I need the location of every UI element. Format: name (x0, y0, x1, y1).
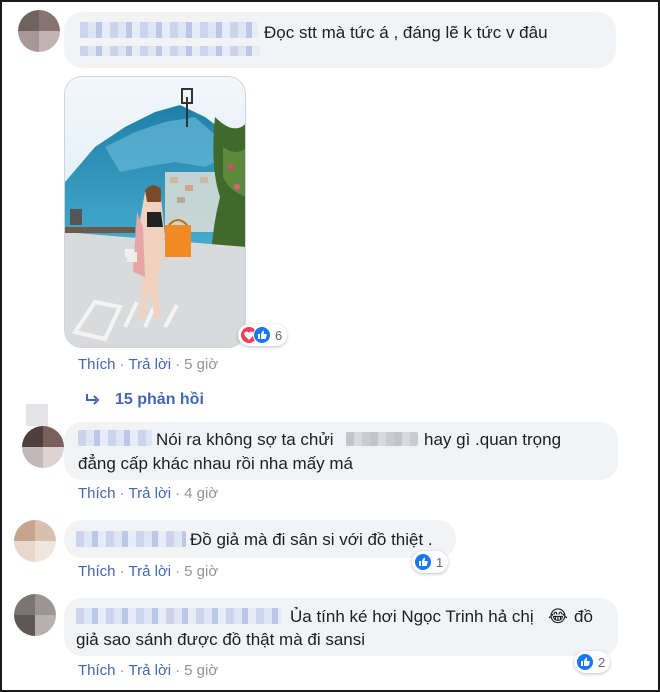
reaction-count: 6 (275, 327, 283, 343)
separator: · (119, 356, 125, 373)
avatar-blur (26, 404, 48, 426)
comment-bubble: Đọc stt mà tức á , đáng lẽ k tức v đâu (64, 12, 616, 68)
reaction-summary[interactable]: 2 (574, 651, 611, 673)
reaction-summary[interactable]: 6 (238, 324, 288, 346)
avatar[interactable] (18, 10, 60, 52)
avatar[interactable] (14, 520, 56, 562)
comment-text: đẳng cấp khác nhau rồi nha mấy má (78, 454, 354, 473)
reply-link[interactable]: Trả lời (129, 662, 172, 679)
replies-count-label: 15 phản hồi (115, 391, 204, 408)
comment-actions: Thích · Trả lời · 5 giờ (78, 356, 218, 373)
reaction-count: 1 (436, 554, 444, 570)
comment-bubble: Ủa tính ké hơi Ngọc Trinh hả chị 😂 đồ gi… (64, 598, 618, 656)
like-link[interactable]: Thích (78, 485, 116, 502)
reaction-summary[interactable]: 1 (412, 551, 449, 573)
like-icon (414, 553, 432, 571)
photo-image (65, 77, 245, 347)
redacted-name (76, 531, 186, 547)
reply-link[interactable]: Trả lời (129, 563, 172, 580)
comment-text: giả sao sánh được đồ thật mà đi sansi (76, 630, 366, 649)
like-link[interactable]: Thích (78, 662, 116, 679)
timestamp[interactable]: 5 giờ (184, 662, 218, 679)
comment-actions: Thích · Trả lời · 5 giờ (78, 563, 218, 580)
like-link[interactable]: Thích (78, 563, 116, 580)
reaction-count: 2 (598, 654, 606, 670)
separator: · (175, 356, 181, 373)
redacted-name (78, 430, 152, 446)
comment-text: đồ (574, 607, 593, 626)
comment-text: Nói ra không sợ ta chửi (156, 430, 334, 449)
comment-bubble: Đồ giả mà đi sân si với đồ thiệt . (64, 520, 456, 558)
timestamp[interactable]: 5 giờ (184, 563, 218, 580)
emoji-laughing: 😂 (548, 607, 568, 626)
comment-text: Ủa tính ké hơi Ngọc Trinh hả chị (290, 607, 534, 626)
redacted-name (80, 46, 260, 56)
redacted-name (76, 608, 282, 624)
timestamp[interactable]: 5 giờ (184, 356, 218, 373)
reply-link[interactable]: Trả lời (129, 485, 172, 502)
comment-actions: Thích · Trả lời · 4 giờ (78, 485, 218, 502)
like-icon (253, 326, 271, 344)
timestamp[interactable]: 4 giờ (184, 485, 218, 502)
redacted-text (346, 432, 418, 446)
separator: · (175, 662, 181, 679)
separator: · (175, 485, 181, 502)
separator: · (175, 563, 181, 580)
avatar[interactable] (14, 594, 56, 636)
like-icon (576, 653, 594, 671)
comment-text: Đọc stt mà tức á , đáng lẽ k tức v đâu (264, 23, 548, 42)
like-link[interactable]: Thích (78, 356, 116, 373)
reply-arrow-icon (86, 394, 100, 405)
view-replies-link[interactable]: 15 phản hồi (86, 391, 204, 409)
comment-actions: Thích · Trả lời · 5 giờ (78, 662, 218, 679)
separator: · (119, 485, 125, 502)
comment-photo[interactable] (64, 76, 246, 348)
separator: · (119, 662, 125, 679)
comment-text: Đồ giả mà đi sân si với đồ thiệt . (190, 530, 433, 549)
avatar[interactable] (22, 426, 64, 468)
redacted-name (80, 22, 258, 38)
separator: · (119, 563, 125, 580)
reply-link[interactable]: Trả lời (129, 356, 172, 373)
comment-bubble: Nói ra không sợ ta chửi hay gì .quan trọ… (64, 422, 618, 480)
comment-text: hay gì .quan trọng (424, 430, 562, 449)
